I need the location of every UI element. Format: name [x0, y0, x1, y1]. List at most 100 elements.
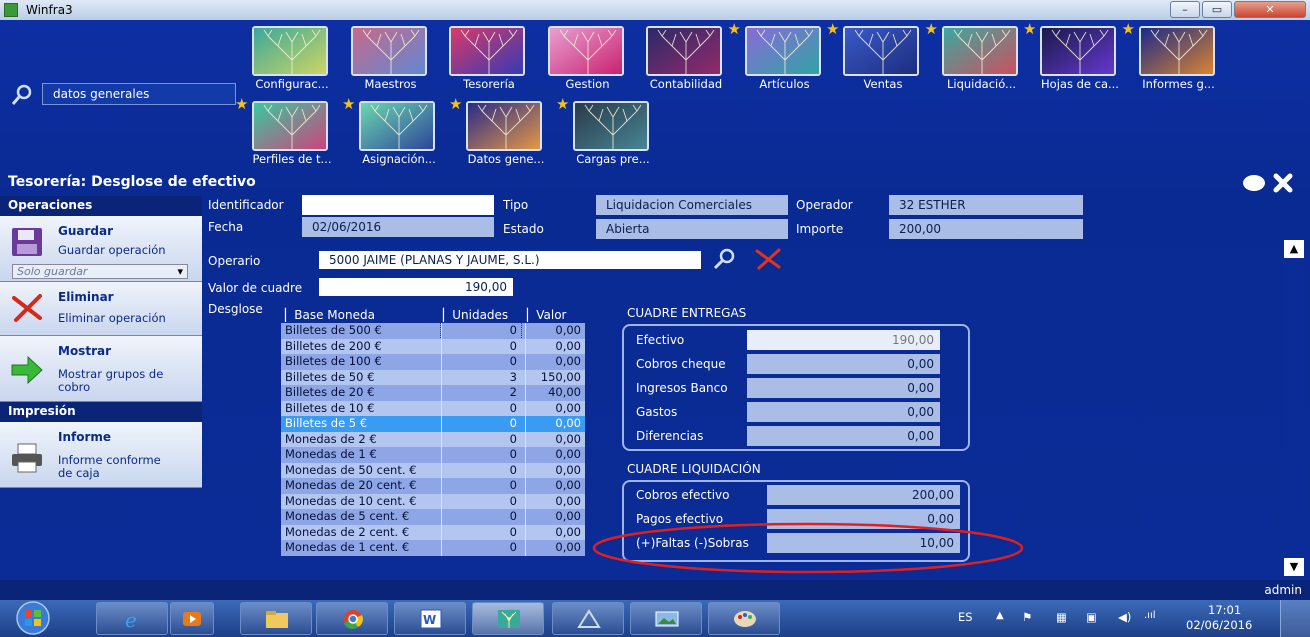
- close-button[interactable]: ✕: [1234, 1, 1306, 18]
- tile-r1-3[interactable]: Gestion: [538, 22, 638, 94]
- table-row[interactable]: Monedas de 2 cent. € 0 0,00: [281, 524, 585, 540]
- entregas-value[interactable]: 0,00: [747, 402, 940, 422]
- taskbar-app-a[interactable]: [552, 602, 624, 635]
- taskbar-explorer[interactable]: [240, 602, 312, 635]
- flag-icon[interactable]: ⚑: [1022, 610, 1032, 624]
- cell-unidades[interactable]: 0: [441, 431, 521, 447]
- tile-r2-3[interactable]: Cargas pre... ★: [556, 95, 663, 169]
- scroll-up-icon[interactable]: ▲: [1284, 240, 1304, 258]
- estado-field[interactable]: Abierta: [596, 219, 788, 239]
- table-row[interactable]: Monedas de 2 € 0 0,00: [281, 431, 585, 447]
- cell-unidades[interactable]: 0: [441, 400, 521, 416]
- cell-unidades[interactable]: 0: [441, 447, 521, 463]
- cell-unidades[interactable]: 0: [441, 509, 521, 525]
- start-button-icon[interactable]: [6, 600, 60, 637]
- operario-clear-icon[interactable]: [754, 248, 782, 270]
- operario-search-icon[interactable]: [712, 248, 738, 270]
- entregas-value[interactable]: 0,00: [747, 426, 940, 446]
- col-valor[interactable]: ▏Valor: [527, 308, 566, 322]
- favorite-star-icon[interactable]: ★: [342, 95, 355, 113]
- fecha-field[interactable]: 02/06/2016: [302, 217, 494, 237]
- tile-r1-2[interactable]: Tesorería: [439, 22, 539, 94]
- favorite-star-icon[interactable]: ★: [728, 20, 741, 38]
- tile-r1-6[interactable]: Ventas ★: [826, 20, 933, 94]
- valor-cuadre-field[interactable]: 190,00: [319, 278, 513, 296]
- network-icon[interactable]: ▣: [1086, 610, 1097, 624]
- taskbar-winfra[interactable]: [472, 602, 544, 635]
- table-row[interactable]: Monedas de 5 cent. € 0 0,00: [281, 509, 585, 525]
- cell-unidades[interactable]: 3: [441, 369, 521, 385]
- favorite-star-icon[interactable]: ★: [826, 20, 839, 38]
- taskbar-chrome[interactable]: [316, 602, 388, 635]
- eliminar-action[interactable]: Eliminar Eliminar operación: [0, 282, 202, 336]
- tile-r1-0[interactable]: Configurac...: [242, 22, 342, 94]
- tile-r1-8[interactable]: Hojas de ca... ★: [1023, 20, 1130, 94]
- cell-unidades[interactable]: 0: [441, 338, 521, 354]
- cell-unidades[interactable]: 0: [440, 322, 522, 340]
- maximize-button[interactable]: ▭: [1202, 1, 1232, 18]
- clock-date[interactable]: 02/06/2016: [1186, 618, 1252, 632]
- mostrar-action[interactable]: Mostrar Mostrar grupos de cobro: [0, 336, 202, 402]
- search-input[interactable]: datos generales: [42, 83, 236, 105]
- favorite-star-icon[interactable]: ★: [449, 95, 462, 113]
- table-row[interactable]: Monedas de 50 cent. € 0 0,00: [281, 462, 585, 478]
- operario-field[interactable]: 5000 JAIME (PLANAS Y JAUME, S.L.): [319, 251, 701, 269]
- table-row[interactable]: Billetes de 500 € 0 0,00: [281, 322, 585, 340]
- favorite-star-icon[interactable]: ★: [1023, 20, 1036, 38]
- taskbar-ie[interactable]: e: [96, 602, 168, 635]
- tile-r1-5[interactable]: Artículos ★: [728, 20, 835, 94]
- cell-unidades[interactable]: 0: [441, 354, 521, 370]
- scroll-down-icon[interactable]: ▼: [1284, 558, 1304, 576]
- table-row[interactable]: Billetes de 100 € 0 0,00: [281, 354, 585, 370]
- tile-r1-7[interactable]: Liquidació... ★: [925, 20, 1032, 94]
- show-desktop-button[interactable]: [1280, 600, 1310, 637]
- minimize-button[interactable]: –: [1170, 1, 1200, 18]
- informe-action[interactable]: Informe Informe conforme de caja: [0, 422, 202, 488]
- guardar-action[interactable]: Guardar Guardar operación Solo guardar ▾: [0, 216, 202, 282]
- table-row[interactable]: Monedas de 20 cent. € 0 0,00: [281, 478, 585, 494]
- bubble-icon[interactable]: [1243, 175, 1265, 191]
- signal-icon[interactable]: .ııl: [1144, 610, 1156, 621]
- vertical-scrollbar[interactable]: ▲ ▼: [1284, 240, 1304, 576]
- entregas-value[interactable]: 0,00: [747, 354, 940, 374]
- table-row[interactable]: Billetes de 10 € 0 0,00: [281, 400, 585, 416]
- taskbar-paint[interactable]: [708, 602, 780, 635]
- identificador-field[interactable]: [302, 195, 494, 215]
- col-unidades[interactable]: ▏Unidades: [443, 308, 508, 322]
- show-hidden-icons-icon[interactable]: ▲: [996, 610, 1004, 621]
- tile-r1-1[interactable]: Maestros: [341, 22, 441, 94]
- clock-time[interactable]: 17:01: [1208, 603, 1241, 617]
- scroll-track[interactable]: [1284, 258, 1304, 558]
- cell-unidades[interactable]: 0: [441, 540, 521, 556]
- cell-unidades[interactable]: 0: [441, 416, 521, 432]
- table-row[interactable]: Billetes de 5 € 0 0,00: [281, 416, 585, 432]
- search-icon[interactable]: [10, 83, 34, 107]
- table-row[interactable]: Billetes de 20 € 2 40,00: [281, 385, 585, 401]
- cell-unidades[interactable]: 0: [441, 524, 521, 540]
- cell-unidades[interactable]: 0: [441, 493, 521, 509]
- tile-r2-2[interactable]: Datos gene... ★: [449, 95, 556, 169]
- cell-unidades[interactable]: 0: [441, 462, 521, 478]
- table-row[interactable]: Monedas de 1 € 0 0,00: [281, 447, 585, 463]
- entregas-value[interactable]: 0,00: [747, 378, 940, 398]
- favorite-star-icon[interactable]: ★: [235, 95, 248, 113]
- table-row[interactable]: Monedas de 10 cent. € 0 0,00: [281, 493, 585, 509]
- operador-field[interactable]: 32 ESTHER: [889, 195, 1083, 215]
- tipo-field[interactable]: Liquidacion Comerciales: [596, 195, 788, 215]
- favorite-star-icon[interactable]: ★: [925, 20, 938, 38]
- language-indicator[interactable]: ES: [958, 610, 973, 624]
- tile-r1-9[interactable]: Informes g... ★: [1122, 20, 1229, 94]
- table-row[interactable]: Monedas de 1 cent. € 0 0,00: [281, 540, 585, 556]
- cell-unidades[interactable]: 2: [441, 385, 521, 401]
- cell-unidades[interactable]: 0: [441, 478, 521, 494]
- taskbar-app-b[interactable]: [630, 602, 702, 635]
- favorite-star-icon[interactable]: ★: [1122, 20, 1135, 38]
- guardar-mode-select[interactable]: Solo guardar ▾: [12, 264, 188, 279]
- favorite-star-icon[interactable]: ★: [556, 95, 569, 113]
- taskbar-media[interactable]: [170, 602, 214, 635]
- windows-icon[interactable]: ▦: [1056, 610, 1067, 624]
- close-panel-icon[interactable]: [1273, 173, 1293, 193]
- liquidacion-value[interactable]: 200,00: [767, 485, 960, 505]
- col-base-moneda[interactable]: ▏Base Moneda: [285, 308, 375, 322]
- taskbar-word[interactable]: W: [394, 602, 466, 635]
